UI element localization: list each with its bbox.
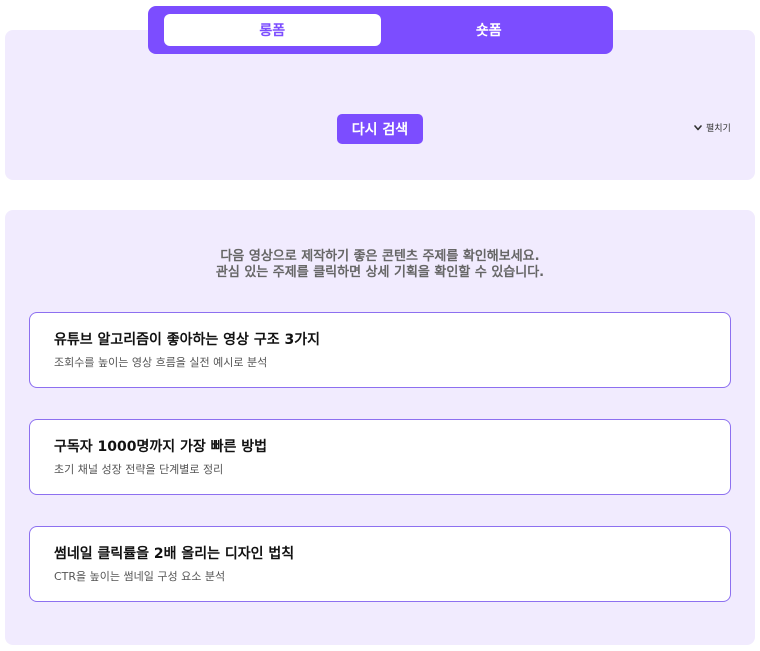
chevron-down-icon (694, 124, 702, 130)
expand-label: 펼치기 (706, 124, 731, 134)
topic-description: 조회수를 높이는 영상 흐름을 실전 예시로 분석 (54, 356, 268, 369)
tab-shortform[interactable]: 숏폼 (381, 14, 598, 46)
topic-description: 초기 채널 성장 전략을 단계별로 정리 (54, 463, 224, 476)
topic-title: 썸네일 클릭률을 2배 올리는 디자인 법칙 (54, 546, 295, 562)
topic-card[interactable]: 썸네일 클릭률을 2배 올리는 디자인 법칙 CTR을 높이는 썸네일 구성 요… (29, 526, 731, 602)
expand-toggle[interactable]: 펼치기 (694, 121, 731, 134)
topic-title: 유튜브 알고리즘이 좋아하는 영상 구조 3가지 (54, 332, 320, 348)
topic-card[interactable]: 유튜브 알고리즘이 좋아하는 영상 구조 3가지 조회수를 높이는 영상 흐름을… (29, 312, 731, 388)
tab-longform[interactable]: 롱폼 (164, 14, 381, 46)
intro-line-1: 다음 영상으로 제작하기 좋은 콘텐츠 주제를 확인해보세요. (220, 249, 540, 264)
retry-search-button[interactable]: 다시 검색 (337, 114, 423, 144)
topic-card[interactable]: 구독자 1000명까지 가장 빠른 방법 초기 채널 성장 전략을 단계별로 정… (29, 419, 731, 495)
results-intro: 다음 영상으로 제작하기 좋은 콘텐츠 주제를 확인해보세요. 관심 있는 주제… (0, 249, 760, 281)
topic-title: 구독자 1000명까지 가장 빠른 방법 (54, 439, 268, 455)
topic-description: CTR을 높이는 썸네일 구성 요소 분석 (54, 570, 226, 583)
format-tab-switch: 롱폼 숏폼 (148, 6, 613, 54)
intro-line-2: 관심 있는 주제를 클릭하면 상세 기획을 확인할 수 있습니다. (215, 265, 545, 280)
